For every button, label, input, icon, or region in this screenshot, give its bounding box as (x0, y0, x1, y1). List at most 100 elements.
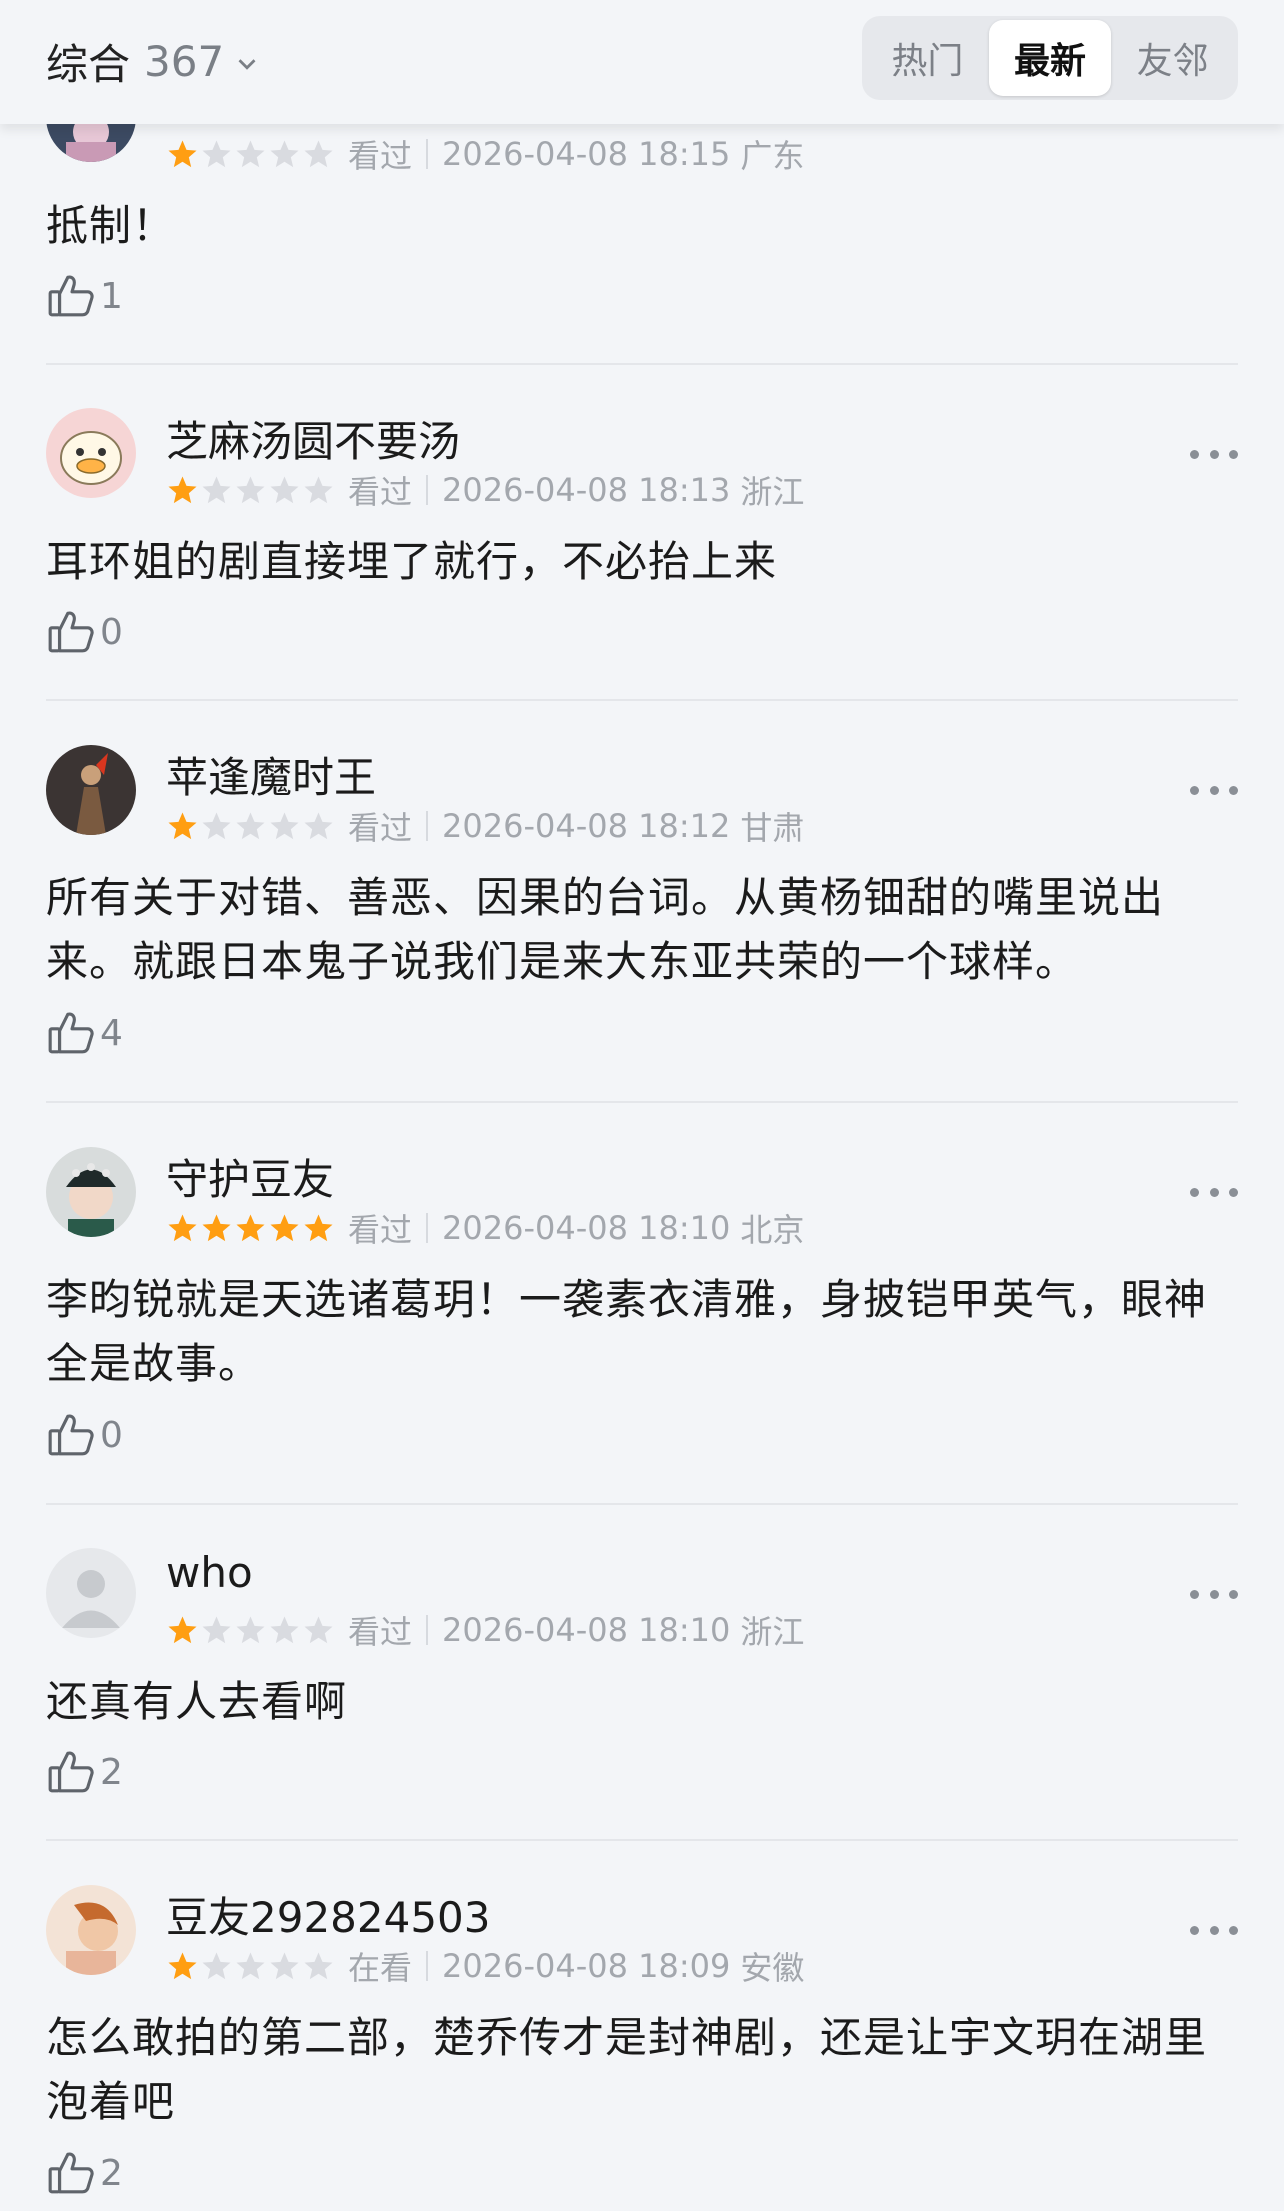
thumbs-up-icon (48, 275, 94, 317)
star-empty-icon (304, 811, 333, 839)
like-count: 0 (100, 1414, 123, 1456)
meta-divider (426, 139, 429, 169)
comment-meta: 看过 2026-04-08 18:15 广东 (166, 135, 804, 175)
comment-location: 甘肃 (740, 809, 805, 847)
comment-date: 2026-04-08 18:13 (442, 471, 731, 509)
comment-content: 还真有人去看啊 (46, 1677, 348, 1726)
rating-stars (166, 1614, 336, 1647)
star-filled-icon (168, 475, 197, 503)
avatar[interactable] (46, 408, 136, 498)
sort-dropdown[interactable]: 综合 367 (46, 33, 262, 89)
star-empty-icon (270, 811, 299, 839)
username[interactable]: 守护豆友 (166, 1146, 334, 1207)
star-empty-icon (304, 475, 333, 503)
tab-hot[interactable]: 热门 (866, 20, 989, 96)
comment-location: 安徽 (740, 1949, 805, 1987)
star-filled-icon (304, 1213, 333, 1241)
divider (46, 699, 1238, 701)
comments-page: 看过 2026-04-08 18:15 广东 抵制！ 1 芝麻汤圆不要汤 看过 … (0, 0, 1284, 2211)
rating-stars (166, 810, 336, 843)
like-count: 2 (100, 2152, 123, 2194)
comment-content: 怎么敢拍的第二部，楚乔传才是封神剧，还是让宇文玥在湖里泡着吧 (46, 2013, 1208, 2126)
star-empty-icon (270, 1951, 299, 1979)
chevron-down-icon (238, 59, 256, 70)
star-filled-icon (202, 1213, 231, 1241)
divider (46, 363, 1238, 365)
star-filled-icon (168, 1615, 197, 1643)
thumbs-up-icon (48, 611, 94, 653)
star-empty-icon (236, 475, 265, 503)
more-options-button[interactable] (1190, 1920, 1238, 1940)
star-filled-icon (168, 811, 197, 839)
comment-content: 抵制！ (46, 201, 176, 250)
sort-header: 综合 367 热门 最新 友邻 (0, 0, 1284, 124)
username[interactable]: 豆友292824503 (166, 1884, 491, 1945)
comment-meta: 看过 2026-04-08 18:10 浙江 (166, 1611, 804, 1651)
comment-content: 所有关于对错、善恶、因果的台词。从黄杨钿甜的嘴里说出来。就跟日本鬼子说我们是来大… (46, 873, 1165, 986)
meta-divider (426, 1615, 429, 1645)
meta-divider (426, 1951, 429, 1981)
star-empty-icon (202, 811, 231, 839)
more-options-button[interactable] (1190, 780, 1238, 800)
rating-stars (166, 138, 336, 171)
comment-date: 2026-04-08 18:10 (442, 1209, 731, 1247)
like-count: 0 (100, 611, 123, 653)
like-button[interactable]: 4 (46, 1007, 123, 1059)
comment-date: 2026-04-08 18:12 (442, 807, 731, 845)
comment-meta: 看过 2026-04-08 18:10 北京 (166, 1209, 804, 1249)
like-button[interactable]: 1 (46, 270, 123, 322)
star-empty-icon (270, 1615, 299, 1643)
avatar[interactable] (46, 1147, 136, 1237)
star-filled-icon (236, 1213, 265, 1241)
watch-status: 看过 (348, 473, 413, 511)
star-empty-icon (304, 1951, 333, 1979)
comment-content: 李昀锐就是天选诸葛玥！一袭素衣清雅，身披铠甲英气，眼神全是故事。 (46, 1275, 1208, 1388)
comment-location: 浙江 (740, 1613, 805, 1651)
like-button[interactable]: 0 (46, 1409, 123, 1461)
star-empty-icon (202, 139, 231, 167)
avatar[interactable] (46, 745, 136, 835)
like-button[interactable]: 2 (46, 1746, 123, 1798)
comment-meta: 看过 2026-04-08 18:13 浙江 (166, 471, 804, 511)
username[interactable]: who (166, 1548, 253, 1597)
avatar[interactable] (46, 1548, 136, 1638)
star-filled-icon (168, 1951, 197, 1979)
star-empty-icon (202, 1615, 231, 1643)
watch-status: 看过 (348, 1211, 413, 1249)
sort-label: 综合 (46, 39, 131, 89)
more-options-button[interactable] (1190, 1584, 1238, 1604)
thumbs-up-icon (48, 1414, 94, 1456)
meta-divider (426, 475, 429, 505)
star-empty-icon (270, 139, 299, 167)
rating-stars (166, 1212, 336, 1245)
tab-latest[interactable]: 最新 (988, 20, 1112, 96)
more-options-button[interactable] (1190, 444, 1238, 464)
star-empty-icon (236, 139, 265, 167)
username[interactable]: 苹逢魔时王 (166, 744, 376, 805)
avatar[interactable] (46, 1885, 136, 1975)
comment-date: 2026-04-08 18:15 (442, 135, 731, 173)
comment-date: 2026-04-08 18:09 (442, 1947, 731, 1985)
divider (46, 1503, 1238, 1505)
comment-meta: 看过 2026-04-08 18:12 甘肃 (166, 807, 804, 847)
like-button[interactable]: 2 (46, 2147, 123, 2199)
divider (46, 1101, 1238, 1103)
tab-friends[interactable]: 友邻 (1111, 20, 1234, 96)
meta-divider (426, 1213, 429, 1243)
more-options-button[interactable] (1190, 1182, 1238, 1202)
like-button[interactable]: 0 (46, 606, 123, 658)
divider (46, 1839, 1238, 1841)
like-count: 4 (100, 1012, 123, 1054)
comment-meta: 在看 2026-04-08 18:09 安徽 (166, 1947, 804, 1987)
comment-location: 广东 (740, 137, 805, 175)
meta-divider (426, 811, 429, 841)
star-empty-icon (236, 811, 265, 839)
star-filled-icon (270, 1213, 299, 1241)
comment-date: 2026-04-08 18:10 (442, 1611, 731, 1649)
comment-location: 北京 (740, 1211, 805, 1249)
username[interactable]: 芝麻汤圆不要汤 (166, 408, 460, 469)
comment-content: 耳环姐的剧直接埋了就行，不必抬上来 (46, 537, 778, 586)
star-empty-icon (304, 1615, 333, 1643)
star-empty-icon (236, 1615, 265, 1643)
thumbs-up-icon (48, 1751, 94, 1793)
